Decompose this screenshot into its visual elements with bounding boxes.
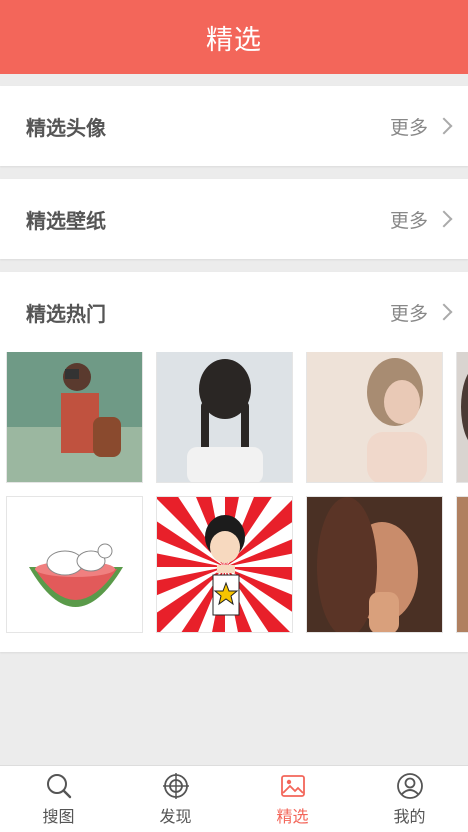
chevron-right-icon	[435, 117, 453, 135]
more-button-hot[interactable]: 更多	[390, 299, 453, 326]
hot-image-grid	[0, 352, 468, 658]
more-button-wallpapers[interactable]: 更多	[390, 206, 453, 233]
page-title-bar: 精选	[0, 0, 468, 74]
section-wallpapers: 精选壁纸 更多	[0, 179, 468, 259]
hot-image-3[interactable]	[306, 352, 443, 483]
search-icon	[46, 773, 71, 798]
more-button-avatars[interactable]: 更多	[390, 113, 453, 140]
tab-featured[interactable]: 精选	[234, 766, 351, 832]
hot-image-6[interactable]	[156, 496, 293, 633]
hot-image-5[interactable]	[6, 496, 143, 633]
user-icon	[396, 772, 423, 799]
chevron-right-icon	[435, 303, 453, 321]
hot-image-1[interactable]	[6, 352, 143, 483]
image-icon	[280, 774, 305, 797]
section-title: 精选热门	[26, 301, 106, 326]
section-title: 精选壁纸	[26, 208, 106, 233]
section-hot: 精选热门 更多	[0, 272, 468, 652]
tab-mine[interactable]: 我的	[351, 766, 468, 832]
page-title: 精选	[206, 24, 262, 56]
hot-image-8[interactable]	[456, 496, 468, 633]
section-avatars: 精选头像 更多	[0, 86, 468, 166]
hot-image-4[interactable]	[456, 352, 468, 483]
tab-search[interactable]: 搜图	[0, 766, 117, 832]
tab-discover[interactable]: 发现	[117, 766, 234, 832]
target-icon	[162, 772, 189, 799]
hot-image-2[interactable]	[156, 352, 293, 483]
section-title: 精选头像	[26, 115, 106, 140]
chevron-right-icon	[435, 210, 453, 228]
hot-image-7[interactable]	[306, 496, 443, 633]
bottom-tab-bar: 搜图 发现 精选 我的	[0, 765, 468, 832]
